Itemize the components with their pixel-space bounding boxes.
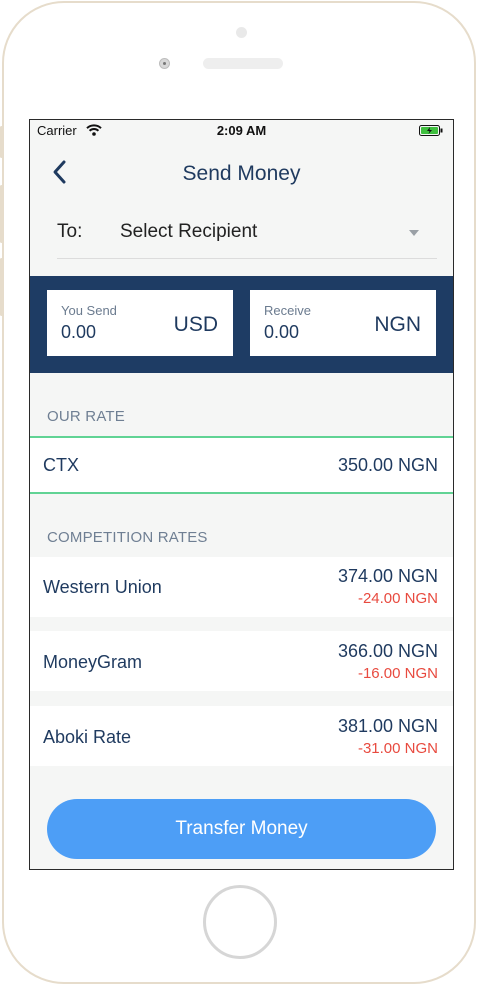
front-camera-icon (236, 27, 247, 38)
competitor-row: MoneyGram 366.00 NGN -16.00 NGN (30, 631, 453, 691)
competitor-rate: 381.00 NGN (337, 716, 438, 736)
status-bar: Carrier 2:09 AM (30, 120, 453, 142)
competitor-row: Aboki Rate 381.00 NGN -31.00 NGN (30, 706, 453, 766)
amount-panel: You Send 0.00 USD Receive 0.00 NGN (30, 276, 453, 373)
competition-section-label: COMPETITION RATES (47, 529, 208, 546)
receive-amount-label: Receive (264, 303, 311, 318)
to-label: To: (57, 221, 83, 242)
nav-header: Send Money (30, 150, 453, 200)
mute-switch (0, 126, 3, 158)
competitor-row: Western Union 374.00 NGN -24.00 NGN (30, 557, 453, 617)
competitor-rate-difference: -16.00 NGN (357, 665, 438, 682)
volume-up-button (0, 185, 3, 243)
send-currency: USD (173, 313, 218, 336)
competitor-name: MoneyGram (43, 652, 143, 672)
transfer-money-button[interactable]: Transfer Money (47, 799, 436, 859)
competitor-name: Western Union (43, 577, 162, 597)
our-rate-row: CTX 350.00 NGN (30, 436, 453, 494)
competitor-rate: 366.00 NGN (337, 641, 438, 661)
home-button[interactable] (203, 885, 277, 959)
page-title: Send Money (182, 162, 301, 185)
status-time: 2:09 AM (216, 123, 267, 138)
earpiece-speaker (203, 58, 283, 69)
volume-down-button (0, 258, 3, 316)
competitor-rate-difference: -24.00 NGN (357, 590, 438, 607)
recipient-select[interactable]: To: Select Recipient (57, 212, 437, 259)
competitor-name: Aboki Rate (43, 727, 132, 747)
send-amount-field[interactable]: You Send 0.00 USD (47, 290, 233, 356)
proximity-sensor-icon (159, 58, 170, 69)
caret-down-icon (409, 230, 419, 236)
competitor-rate: 374.00 NGN (337, 566, 438, 586)
our-rate-name: CTX (43, 455, 79, 475)
recipient-value: Select Recipient (120, 221, 258, 242)
send-amount-label: You Send (61, 303, 117, 318)
our-rate-value: 350.00 NGN (337, 455, 438, 475)
our-rate-section-label: OUR RATE (47, 408, 125, 425)
receive-amount-value: 0.00 (264, 322, 300, 342)
competitor-rate-difference: -31.00 NGN (357, 740, 438, 757)
app-screen: Carrier 2:09 AM Send Money To: Select Re… (29, 119, 454, 870)
send-amount-value: 0.00 (61, 322, 97, 342)
receive-currency: NGN (374, 313, 421, 336)
battery-charging-icon (419, 125, 443, 136)
receive-amount-field[interactable]: Receive 0.00 NGN (250, 290, 436, 356)
